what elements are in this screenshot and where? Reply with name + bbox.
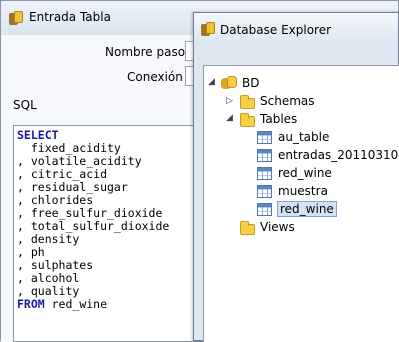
table-icon [257, 167, 272, 180]
sql-line: , residual_sugar [17, 180, 128, 194]
sql-line: , volatile_acidity [17, 154, 142, 168]
sql-line: , total_sulfur_dioxide [17, 219, 170, 233]
sql-line: , free_sulfur_dioxide [17, 206, 163, 220]
sql-line: , density [17, 232, 80, 246]
database-explorer-titlebar[interactable]: Database Explorer [194, 13, 398, 45]
tree-label-schemas: Schemas [260, 94, 315, 108]
sql-line: , ph [17, 245, 45, 259]
tree-label-table: red_wine [277, 201, 337, 217]
table-icon [257, 203, 272, 216]
table-icon [257, 149, 272, 162]
entrada-tabla-title: Entrada Tabla [29, 10, 111, 24]
tree-label-views: Views [260, 220, 295, 234]
database-explorer-window: Database Explorer ◢ BD ▷ Schemas ◢ Table… [193, 12, 399, 342]
sql-line-from: FROM red_wine [17, 297, 108, 311]
database-explorer-title: Database Explorer [220, 23, 332, 37]
sql-label: SQL [13, 98, 37, 112]
sql-line: fixed_acidity [17, 141, 121, 155]
nombre-paso-label: Nombre paso [105, 45, 186, 59]
collapse-arrow-icon[interactable]: ◢ [208, 77, 215, 87]
sql-line: , chlorides [17, 193, 94, 207]
sql-line: SELECT [17, 128, 59, 142]
sql-keyword-from: FROM [17, 297, 45, 311]
kettle-app-icon [200, 21, 216, 37]
table-icon [257, 131, 272, 144]
sql-line: , quality [17, 284, 80, 298]
folder-icon [240, 221, 255, 235]
folder-icon [240, 95, 255, 109]
conexion-label: Conexión [127, 70, 183, 84]
tree-label-table: au_table [278, 130, 330, 144]
collapse-arrow-icon[interactable]: ◢ [226, 113, 233, 123]
tree-label-table: entradas_20110310 [278, 148, 399, 162]
table-icon [257, 185, 272, 198]
tree-label-table: muestra [278, 184, 328, 198]
database-tree: ◢ BD ▷ Schemas ◢ Tables au_table entrada… [203, 65, 399, 342]
tree-label-bd: BD [242, 76, 260, 90]
database-icon [221, 75, 237, 90]
kettle-app-icon [8, 10, 24, 26]
sql-line: , sulphates [17, 258, 94, 272]
sql-line: , alcohol [17, 271, 80, 285]
sql-code: SELECT fixed_acidity , volatile_acidity … [17, 129, 169, 311]
tree-label-tables: Tables [260, 112, 298, 126]
folder-icon [240, 113, 255, 127]
sql-line: , citric_acid [17, 167, 108, 181]
tree-label-table: red_wine [278, 166, 332, 180]
expand-arrow-icon[interactable]: ▷ [226, 96, 233, 106]
sql-editor[interactable]: SELECT fixed_acidity , volatile_acidity … [13, 125, 203, 342]
